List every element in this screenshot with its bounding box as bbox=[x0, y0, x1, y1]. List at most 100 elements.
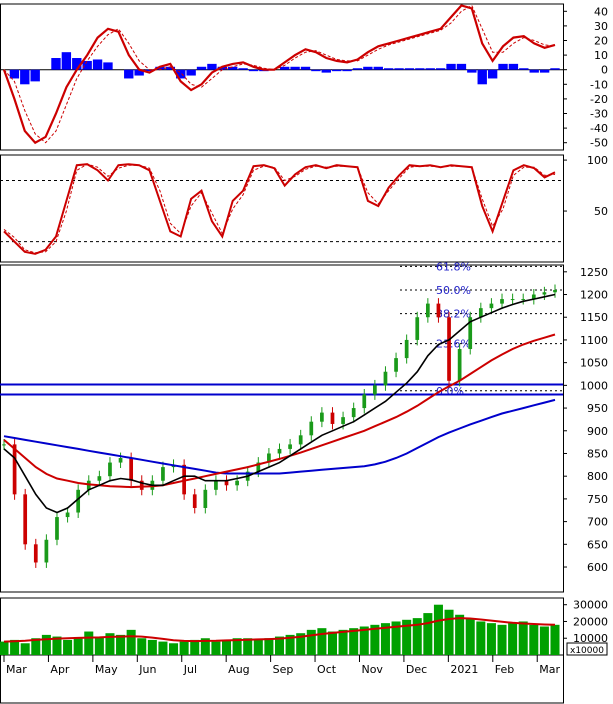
volume-bar bbox=[63, 639, 73, 655]
macd-histogram-bar bbox=[82, 60, 92, 70]
volume-bar bbox=[317, 628, 327, 655]
macd-histogram-bar bbox=[290, 66, 300, 70]
price-candle-body bbox=[542, 292, 547, 295]
fibonacci-level-label: 50.0% bbox=[436, 284, 471, 297]
time-axis-month-label: Aug bbox=[228, 663, 249, 676]
volume-bar bbox=[306, 629, 316, 655]
oscillator-panel-frame bbox=[0, 154, 564, 263]
time-axis-month-label: Feb bbox=[495, 663, 514, 676]
volume-tick-label-1: 20000 bbox=[573, 615, 608, 628]
price-candle-body bbox=[55, 517, 59, 540]
macd-histogram-bar bbox=[311, 69, 321, 72]
volume-bar bbox=[486, 623, 496, 655]
macd-histogram-bar bbox=[92, 59, 103, 70]
macd-tick-label-6: -20 bbox=[590, 93, 608, 106]
price-candle-body bbox=[129, 458, 134, 481]
volume-bar bbox=[222, 639, 232, 655]
time-axis-month-label: May bbox=[95, 663, 118, 676]
macd-histogram-bar bbox=[446, 63, 456, 70]
time-axis-month-label: Apr bbox=[50, 663, 70, 676]
volume-bar bbox=[465, 618, 475, 655]
price-candle-body bbox=[373, 385, 377, 395]
macd-histogram-bar bbox=[487, 69, 498, 79]
volume-bar bbox=[264, 638, 274, 655]
price-candle-body bbox=[203, 489, 208, 508]
price-candle-body bbox=[214, 480, 218, 490]
macd-tick-label-4: 0 bbox=[601, 64, 608, 77]
macd-histogram-bar bbox=[519, 68, 529, 70]
price-candle-body bbox=[553, 289, 557, 293]
macd-histogram-bar bbox=[373, 66, 383, 70]
macd-histogram-bar bbox=[61, 52, 72, 70]
price-candle-body bbox=[404, 339, 409, 359]
macd-tick-label-8: -40 bbox=[590, 122, 608, 135]
price-candle-body bbox=[341, 417, 345, 424]
price-candle-body bbox=[118, 458, 123, 463]
macd-histogram-bar bbox=[383, 68, 394, 70]
macd-tick-label-3: 10 bbox=[594, 49, 608, 62]
price-candle-body bbox=[161, 467, 165, 481]
volume-bar bbox=[73, 638, 83, 655]
price-candle-body bbox=[97, 476, 102, 481]
volume-bar bbox=[94, 636, 104, 655]
price-candle-body bbox=[235, 480, 239, 486]
macd-tick-label-1: 30 bbox=[594, 20, 608, 33]
volume-bar bbox=[518, 621, 528, 655]
fibonacci-level-label: 61.8% bbox=[436, 260, 471, 273]
macd-histogram-bar bbox=[300, 66, 311, 70]
macd-signal-line bbox=[3, 4, 556, 144]
price-mid-moving-average bbox=[3, 333, 556, 489]
macd-histogram-bar bbox=[331, 69, 342, 72]
volume-bar bbox=[539, 626, 549, 655]
price-tick-label-10: 750 bbox=[587, 493, 608, 506]
price-candle-body bbox=[108, 462, 112, 477]
macd-histogram-bar bbox=[508, 63, 519, 70]
volume-bar bbox=[41, 634, 51, 655]
macd-histogram-bar bbox=[467, 69, 477, 73]
time-axis-month-label: Dec bbox=[406, 663, 427, 676]
time-axis-month-label: Oct bbox=[317, 663, 337, 676]
macd-histogram-bar bbox=[103, 62, 113, 70]
volume-bar bbox=[497, 624, 507, 655]
oscillator-tick-label-0: 100 bbox=[587, 154, 608, 167]
macd-tick-label-9: -50 bbox=[590, 137, 608, 150]
price-candle-body bbox=[489, 303, 494, 309]
macd-histogram-bar bbox=[51, 58, 61, 70]
volume-bar bbox=[0, 641, 9, 655]
macd-histogram-bar bbox=[186, 69, 196, 76]
price-candle-body bbox=[447, 317, 451, 381]
stock-chart: 40 30 20 10 0 -10 -20 -30 -40 -50 100 50 61.8% 50.0% 3… bbox=[0, 0, 613, 704]
macd-histogram-bar bbox=[425, 68, 435, 70]
volume-bar bbox=[169, 643, 179, 655]
volume-bar bbox=[211, 641, 221, 655]
macd-histogram-bar bbox=[394, 68, 404, 70]
price-candle-body bbox=[12, 444, 17, 495]
price-candle-body bbox=[33, 544, 38, 563]
macd-histogram-bar bbox=[363, 66, 373, 70]
price-tick-label-4: 1050 bbox=[580, 357, 608, 370]
volume-bar bbox=[529, 624, 539, 655]
price-tick-label-8: 850 bbox=[587, 447, 608, 460]
price-candle-body bbox=[320, 412, 324, 422]
macd-tick-label-2: 20 bbox=[594, 35, 608, 48]
price-tick-label-7: 900 bbox=[587, 425, 608, 438]
time-axis-month-label: Sep bbox=[273, 663, 294, 676]
volume-bar bbox=[433, 604, 443, 655]
macd-tick-label-7: -30 bbox=[590, 108, 608, 121]
volume-bar bbox=[84, 631, 94, 655]
macd-histogram-bar bbox=[20, 69, 30, 85]
price-candle-body bbox=[521, 299, 526, 301]
macd-line bbox=[2, 4, 556, 145]
price-tick-label-13: 600 bbox=[587, 561, 608, 574]
macd-histogram-bar bbox=[342, 69, 352, 72]
macd-tick-label-5: -10 bbox=[590, 78, 608, 91]
macd-histogram-bar bbox=[404, 68, 415, 70]
macd-histogram-bar bbox=[207, 63, 217, 70]
volume-bar bbox=[327, 631, 337, 655]
time-axis-month-label: 2021 bbox=[450, 663, 478, 676]
price-candle-body bbox=[362, 394, 367, 409]
macd-histogram-bar bbox=[30, 69, 40, 82]
volume-bar bbox=[455, 614, 465, 655]
price-tick-label-0: 1250 bbox=[580, 266, 608, 279]
volume-tick-label-0: 30000 bbox=[573, 599, 608, 612]
